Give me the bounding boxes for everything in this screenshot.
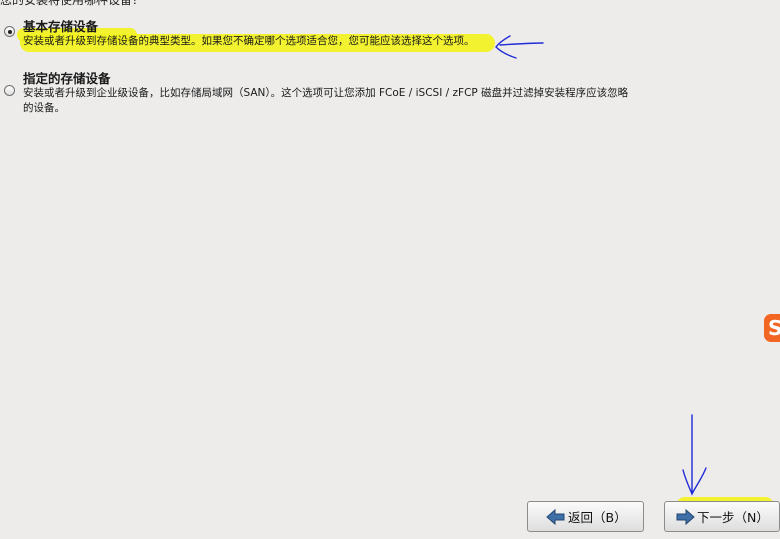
next-button[interactable]: 下一步（N） [664, 501, 780, 532]
option-description: 安装或者升级到企业级设备，比如存储局域网（SAN）。这个选项可让您添加 FCoE… [23, 87, 629, 114]
arrow-left-icon [546, 508, 565, 525]
radio-basic-storage[interactable] [4, 26, 15, 37]
next-button-label: 下一步（N） [697, 510, 769, 525]
input-method-logo[interactable]: S [764, 314, 780, 342]
arrow-right-icon [676, 508, 695, 525]
installer-page: 您的安装将使用哪种设备？ 基本存储设备 安装或者升级到存储设备的典型类型。如果您… [0, 0, 780, 539]
option-title: 指定的存储设备 [23, 71, 111, 86]
back-button[interactable]: 返回（B） [527, 501, 644, 532]
page-question: 您的安装将使用哪种设备？ [0, 0, 145, 7]
option-title: 基本存储设备 [23, 19, 99, 34]
back-button-label: 返回（B） [568, 510, 627, 525]
pen-annotations [495, 35, 707, 496]
option-description: 安装或者升级到存储设备的典型类型。如果您不确定哪个选项适合您，您可能应该选择这个… [23, 35, 475, 47]
radio-specialized-storage[interactable] [4, 85, 15, 96]
pen-arrow-down [682, 414, 707, 496]
